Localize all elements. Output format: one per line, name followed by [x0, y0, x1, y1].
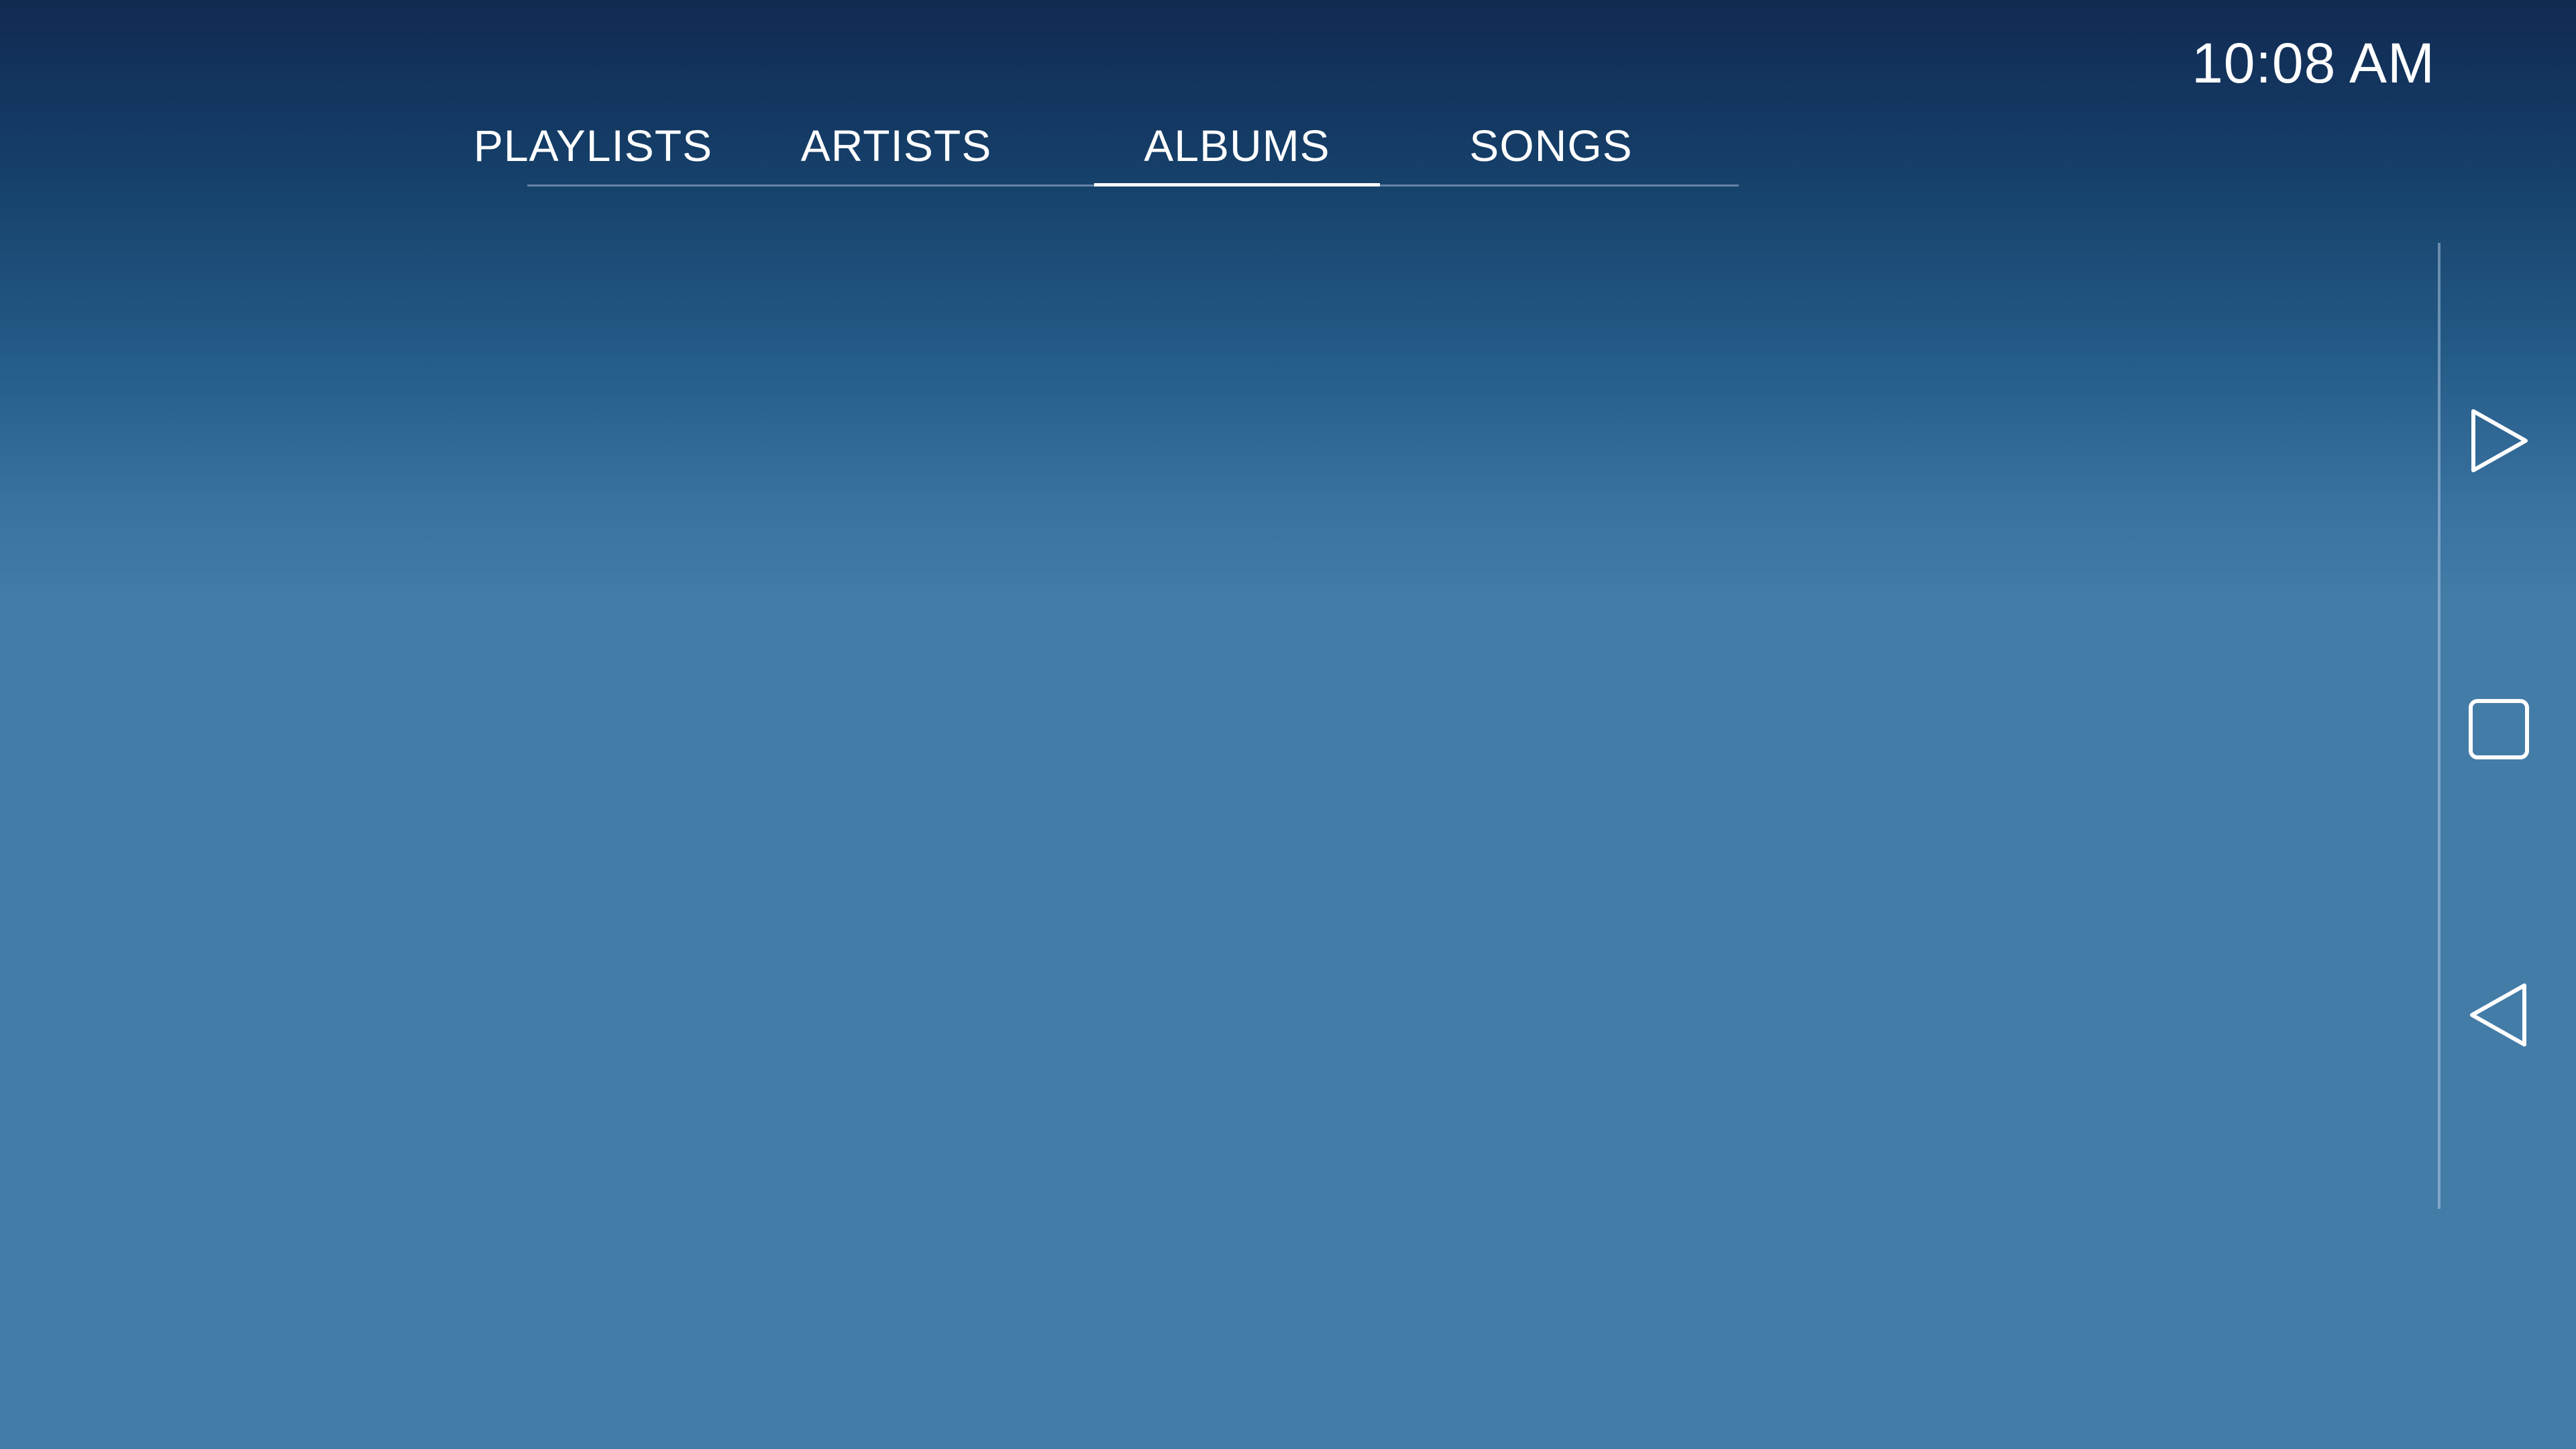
tab-albums-indicator	[1094, 183, 1380, 186]
tab-artists[interactable]: ARTISTS	[796, 123, 997, 186]
play-button[interactable]	[2462, 404, 2536, 478]
tab-songs-indicator	[1438, 183, 1664, 186]
play-icon	[2471, 409, 2528, 472]
tab-playlists[interactable]: PLAYLISTS	[474, 123, 712, 186]
back-button[interactable]	[2462, 978, 2536, 1052]
status-clock: 10:08 AM	[2192, 32, 2435, 95]
tab-playlists-label: PLAYLISTS	[473, 121, 713, 170]
tab-songs[interactable]: SONGS	[1438, 123, 1664, 186]
tab-artists-label: ARTISTS	[800, 121, 992, 170]
back-triangle-icon	[2470, 983, 2526, 1046]
tab-albums-label: ALBUMS	[1144, 121, 1330, 170]
tab-artists-indicator	[796, 183, 997, 186]
tab-songs-label: SONGS	[1469, 121, 1633, 170]
tab-albums[interactable]: ALBUMS	[1094, 123, 1380, 186]
tab-playlists-indicator	[480, 183, 706, 186]
tab-bar: PLAYLISTS ARTISTS ALBUMS SONGS	[474, 123, 1739, 186]
square-icon	[2469, 699, 2529, 759]
nav-bar-divider	[2438, 243, 2440, 1209]
home-button[interactable]	[2462, 692, 2536, 766]
